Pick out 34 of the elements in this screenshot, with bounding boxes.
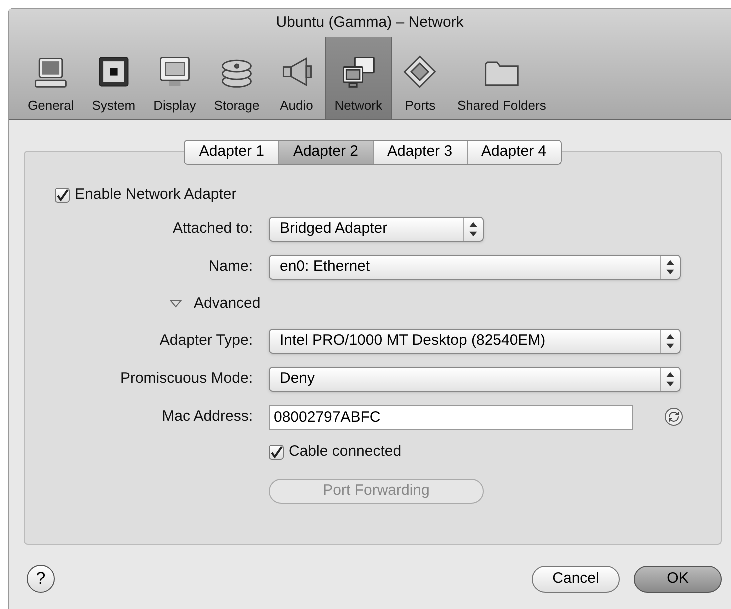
checkbox[interactable] <box>55 188 70 202</box>
refresh-button[interactable] <box>665 408 683 426</box>
help-button[interactable]: ? <box>27 565 55 593</box>
dropdown[interactable]: Intel PRO/1000 MT Desktop (82540EM) <box>269 328 681 354</box>
tab[interactable]: Adapter 2 <box>278 141 372 164</box>
toolbar-tab[interactable]: System <box>83 37 145 119</box>
dialog-button[interactable]: Cancel <box>532 566 620 592</box>
section-label: Advanced <box>194 294 261 314</box>
dropdown[interactable]: Deny <box>269 366 681 392</box>
tab[interactable]: Adapter 3 <box>372 141 467 164</box>
toolbar-tab[interactable]: Audio <box>268 37 325 119</box>
dialog-button[interactable]: OK <box>634 566 722 592</box>
field-label: Name: <box>208 256 253 277</box>
refresh-icon <box>668 411 680 423</box>
toolbar-tab[interactable]: General <box>19 37 84 119</box>
field-label: Attached to: <box>172 218 253 239</box>
toolbar-tab[interactable]: Storage <box>205 37 269 119</box>
disclosure-triangle[interactable] <box>170 299 182 309</box>
window-title: Ubuntu (Gamma) – Network <box>276 12 464 33</box>
dropdown[interactable]: en0: Ethernet <box>269 254 681 280</box>
checkbox-label: Cable connected <box>289 442 402 462</box>
toolbar-tab[interactable]: Shared Folders <box>448 37 556 119</box>
mac-address-field[interactable]: 08002797ABFC <box>269 404 633 430</box>
checkbox-label: Enable Network Adapter <box>75 184 237 205</box>
dropdown[interactable]: Bridged Adapter <box>269 216 484 242</box>
field-label: Promiscuous Mode: <box>120 368 253 389</box>
checkbox[interactable] <box>269 444 284 460</box>
toolbar-tab[interactable]: Display <box>144 37 206 119</box>
tab[interactable]: Adapter 1 <box>185 141 278 164</box>
toolbar-tab[interactable]: Ports <box>392 37 448 119</box>
field-label: Mac Address: <box>162 406 253 427</box>
tab[interactable]: Adapter 4 <box>466 141 561 164</box>
toolbar-tab[interactable]: Network <box>324 37 392 119</box>
field-label: Adapter Type: <box>160 330 253 351</box>
